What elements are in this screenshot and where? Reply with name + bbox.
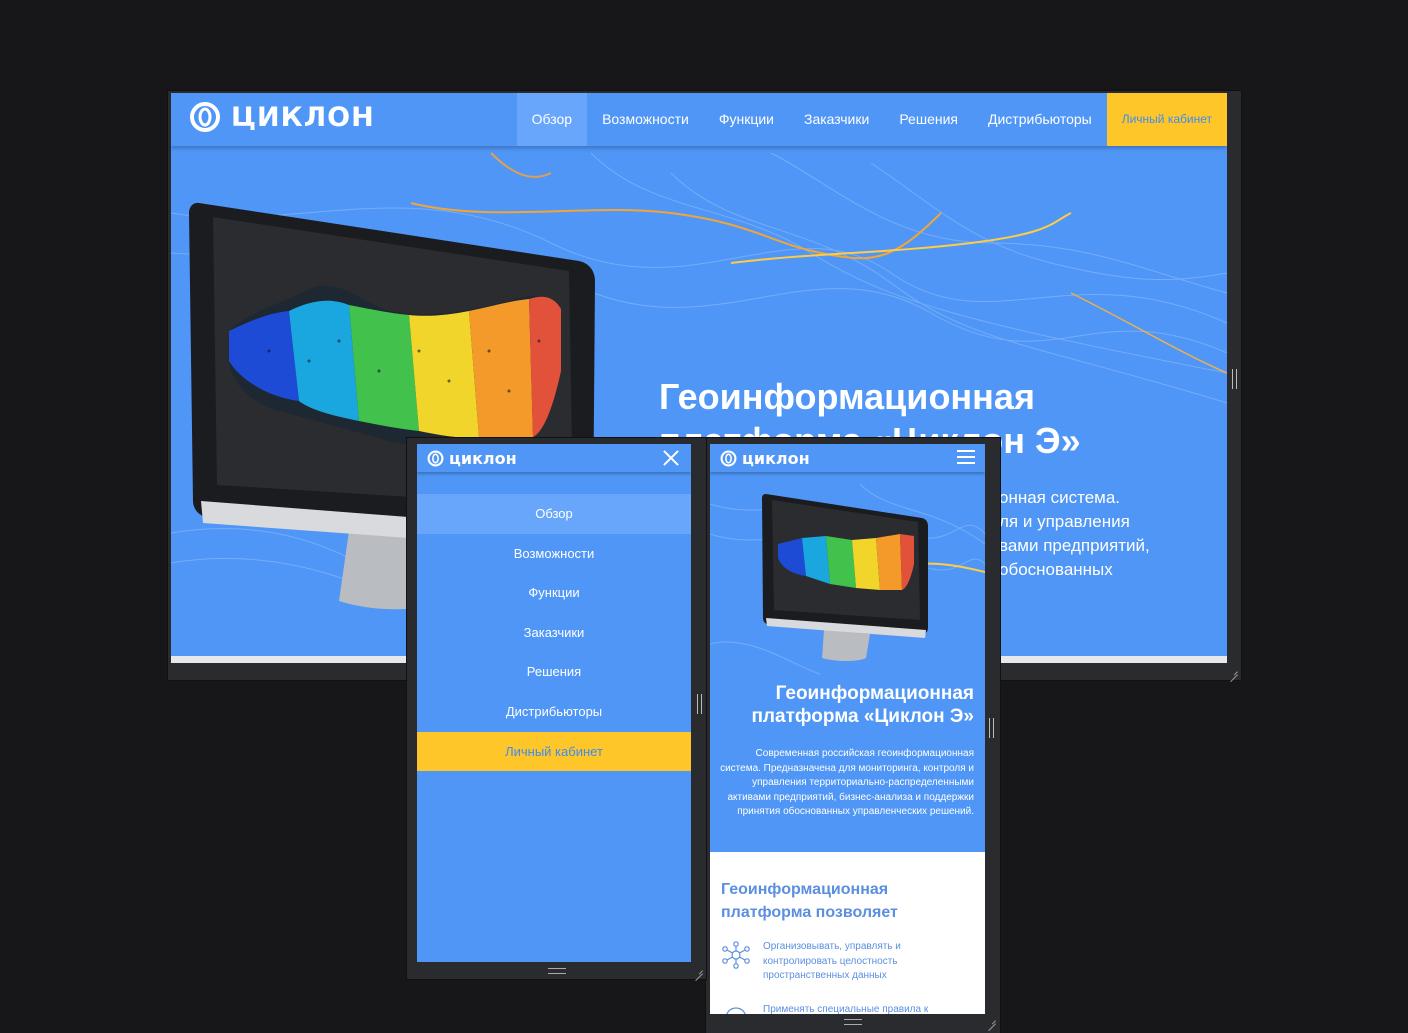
hero-title-line-1: Геоинформационная <box>659 376 1035 417</box>
ring-logo-icon <box>720 450 737 467</box>
hero-subtitle-line: вами предприятий, <box>999 536 1150 555</box>
feature-text: Организовывать, управлять и контролирова… <box>763 941 901 982</box>
brand-name: циклон <box>742 449 810 468</box>
brand-logo[interactable]: циклон <box>720 449 810 468</box>
brand-name: ЦИКЛОН <box>231 101 375 133</box>
hero-subtitle: онная система. ля и управления вами пред… <box>999 486 1219 582</box>
nav-item-capabilities[interactable]: Возможности <box>417 534 691 574</box>
mobile-header: циклон <box>710 444 985 472</box>
corner-resize-handle[interactable] <box>1230 667 1238 675</box>
bottom-resize-handle[interactable] <box>844 1019 862 1025</box>
hero-subtitle-line: обоснованных <box>999 560 1113 579</box>
mobile-nav-menu: Обзор Возможности Функции Заказчики Реше… <box>417 494 691 772</box>
hero-subtitle-line: онная система. <box>999 488 1121 507</box>
hero-title-line-1: Геоинформационная <box>775 683 974 704</box>
features-title: Геоинформационная платформа позволяет <box>721 881 898 921</box>
nav-item-functions[interactable]: Функции <box>417 573 691 613</box>
nav-item-distributors[interactable]: Дистрибьюторы <box>973 93 1107 146</box>
corner-resize-handle[interactable] <box>988 1016 996 1024</box>
hamburger-icon[interactable] <box>957 450 975 464</box>
mobile-page: циклон Геоинформационная платформа «Цикл… <box>710 444 985 1014</box>
account-button[interactable]: Личный кабинет <box>1106 93 1227 146</box>
bottom-resize-handle[interactable] <box>547 968 566 974</box>
hero-subtitle: Современная российская геоинформационная… <box>720 748 974 818</box>
nav-item-solutions[interactable]: Решения <box>884 93 973 146</box>
nav-item-capabilities[interactable]: Возможности <box>587 93 704 146</box>
corner-resize-handle[interactable] <box>695 966 703 974</box>
rules-icon <box>726 1007 746 1014</box>
nav-item-solutions[interactable]: Решения <box>417 652 691 692</box>
side-resize-handle[interactable] <box>697 694 702 714</box>
feature-item: Применять специальные правила к <box>721 1003 976 1014</box>
nav-item-customers[interactable]: Заказчики <box>417 613 691 653</box>
mobile-page-preview-window: циклон Геоинформационная платформа «Цикл… <box>706 438 1000 1033</box>
side-resize-handle[interactable] <box>1232 369 1237 389</box>
close-icon[interactable] <box>661 448 681 468</box>
hero-subtitle-line: ля и управления <box>999 512 1130 531</box>
nav-item-overview[interactable]: Обзор <box>516 93 588 146</box>
nav-item-distributors[interactable]: Дистрибьюторы <box>417 692 691 732</box>
feature-text: Применять специальные правила к <box>763 1004 929 1014</box>
mobile-menu-preview-window: циклон Обзор Возможности Функции Заказчи… <box>407 438 706 979</box>
monitor-illustration <box>762 494 928 661</box>
brand-logo[interactable]: ЦИКЛОН <box>189 101 375 133</box>
nav-item-overview[interactable]: Обзор <box>417 494 691 534</box>
mobile-menu-page: циклон Обзор Возможности Функции Заказчи… <box>417 444 691 962</box>
hero-title: Геоинформационная платформа «Циклон Э» <box>720 682 974 728</box>
desktop-nav-menu: Обзор Возможности Функции Заказчики Реше… <box>516 93 1227 146</box>
nav-item-functions[interactable]: Функции <box>704 93 789 146</box>
feature-item: Организовывать, управлять и контролирова… <box>721 940 976 984</box>
ring-logo-icon <box>427 450 444 467</box>
mobile-header: циклон <box>417 444 691 472</box>
network-icon <box>722 941 750 969</box>
desktop-header: ЦИКЛОН Обзор Возможности Функции Заказчи… <box>171 93 1227 146</box>
ring-logo-icon <box>190 102 220 132</box>
nav-item-customers[interactable]: Заказчики <box>789 93 884 146</box>
hero-title-line-2: платформа «Циклон Э» <box>751 706 974 727</box>
side-resize-handle[interactable] <box>989 718 994 738</box>
brand-logo[interactable]: циклон <box>427 449 517 468</box>
features-section: Геоинформационная платформа позволяет Ор… <box>710 852 985 1014</box>
account-button[interactable]: Личный кабинет <box>417 731 691 772</box>
brand-name: циклон <box>449 449 517 468</box>
